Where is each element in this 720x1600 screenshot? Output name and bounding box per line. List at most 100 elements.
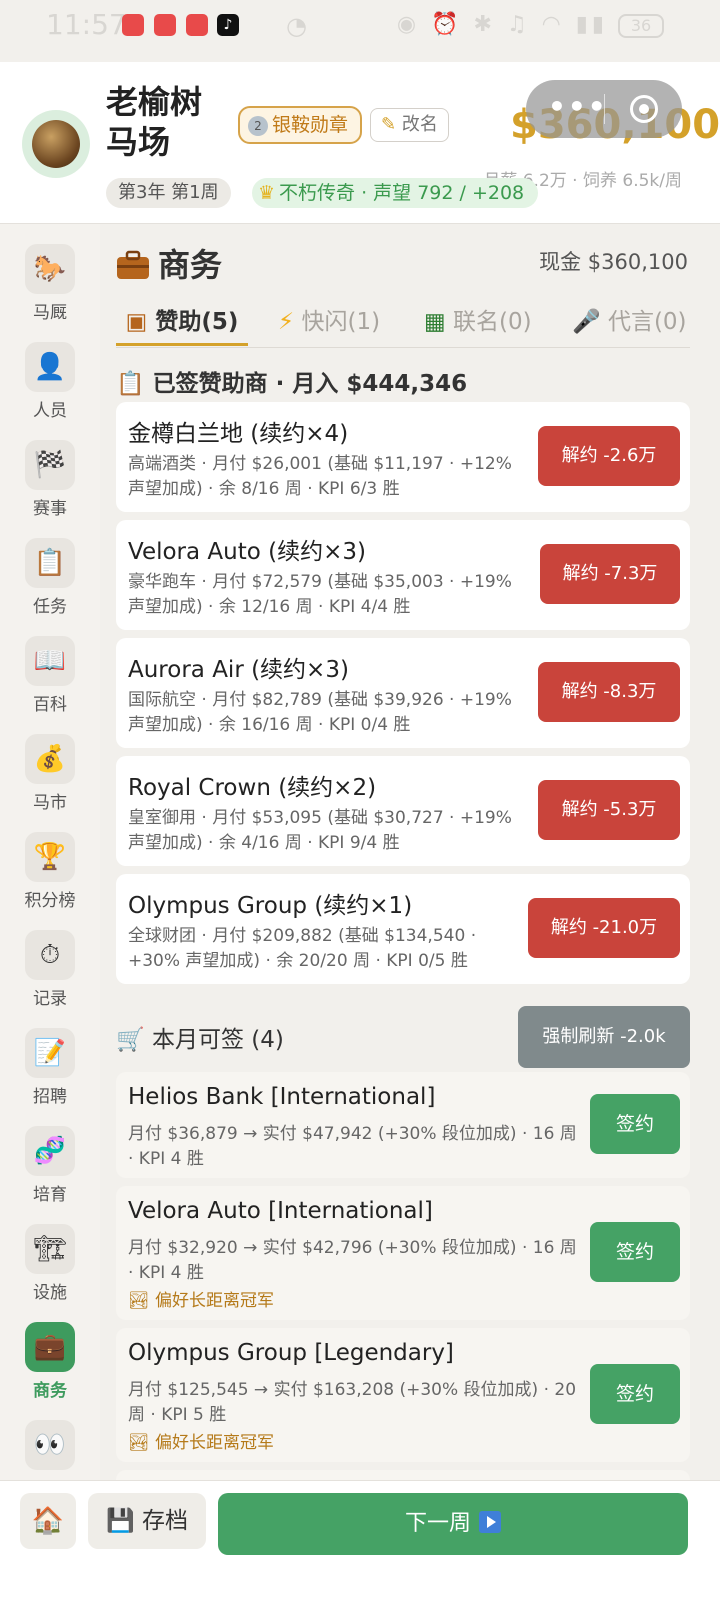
sidebar-item-facilities[interactable]: 🏗 设施 [0,1204,100,1303]
offer-details: 月付 $36,879 → 实付 $47,942 (+30% 段位加成) · 16… [128,1124,577,1169]
floppy-icon: 💾 [106,1508,135,1534]
offer-details: 月付 $125,545 → 实付 $163,208 (+30% 段位加成) · … [128,1380,577,1425]
sign-button[interactable]: 签约 [590,1094,680,1154]
home-button[interactable]: 🏠 [20,1493,76,1549]
cash-display: 现金 $360,100 [539,250,688,274]
terminate-button[interactable]: 解约 -21.0万 [528,898,680,958]
more-icon[interactable]: ••• [548,90,608,123]
app-notification-icon [154,14,176,36]
sponsor-card: Royal Crown (续约×2) 皇室御用 · 月付 $53,095 (基础… [116,756,690,866]
terminate-button[interactable]: 解约 -2.6万 [538,426,680,486]
money-bag-icon: 💰 [25,734,75,784]
offer-card: Helios Bank [International] 月付 $36,879 →… [116,1072,690,1178]
sponsor-details: 国际航空 · 月付 $82,789 (基础 $39,926 · +19% 声望加… [128,690,512,735]
terminate-button[interactable]: 解约 -8.3万 [538,662,680,722]
week-indicator: 第3年 第1周 [106,178,231,208]
sidebar-item-label: 商务 [33,1381,67,1401]
tab-collab[interactable]: ▦ 联名(0) [424,302,532,346]
sponsor-details: 高端酒类 · 月付 $26,001 (基础 $11,197 · +12% 声望加… [128,454,512,499]
force-refresh-button[interactable]: 强制刷新 -2.0k [518,1006,690,1068]
briefcase-icon: ▣ [125,309,148,335]
sidebar-item-breeding[interactable]: 🧬 培育 [0,1106,100,1205]
signed-sponsors-title: 已签赞助商 · 月入 $444,346 [152,371,468,397]
tiktok-icon: ♪ [217,14,239,36]
preference-label: 偏好长距离冠军 [155,1433,274,1453]
sign-button[interactable]: 签约 [590,1364,680,1424]
sidebar-item-wiki[interactable]: 📖 百科 [0,616,100,715]
sidebar-item-recruit[interactable]: 📝 招聘 [0,1008,100,1107]
sign-button[interactable]: 签约 [590,1222,680,1282]
sidebar-item-staff[interactable]: 👤 人员 [0,322,100,421]
sidebar: 🐎 马厩 👤 人员 🏁 赛事 📋 任务 📖 百科 💰 马市 🏆 积分榜 ⏱ 记录… [0,224,100,1480]
terminate-button[interactable]: 解约 -7.3万 [540,544,680,604]
sponsor-card: Olympus Group (续约×1) 全球财团 · 月付 $209,882 … [116,874,690,984]
rename-label: 改名 [401,114,438,135]
landscape-icon: 🏞 [128,1291,150,1311]
tab-endorsement[interactable]: 🎤 代言(0) [572,302,687,346]
sidebar-item-label: 任务 [33,597,67,617]
offer-name: Helios Bank [International] [128,1084,436,1110]
person-icon: 👤 [25,342,75,392]
next-week-button[interactable]: 下一周 [218,1493,688,1555]
offer-preference: 🏞 偏好长距离冠军 [128,1428,274,1453]
sidebar-item-label: 积分榜 [24,891,76,911]
next-week-label: 下一周 [404,1511,471,1536]
app-notification-icon [186,14,208,36]
briefcase-icon [116,250,150,280]
gauge-icon: ◔ [286,12,307,40]
play-icon [479,1511,501,1533]
signed-sponsors-heading: 📋 已签赞助商 · 月入 $444,346 [116,364,467,398]
sidebar-item-label: 招聘 [33,1087,67,1107]
avatar[interactable] [22,110,90,178]
save-button[interactable]: 💾 存档 [88,1493,206,1549]
clipboard-icon: 📋 [116,371,145,397]
sponsor-details: 全球财团 · 月付 $209,882 (基础 $134,540 · +30% 声… [128,926,477,971]
close-target-icon[interactable] [630,95,658,123]
sponsor-card: Aurora Air (续约×3) 国际航空 · 月付 $82,789 (基础 … [116,638,690,748]
sidebar-item-stable[interactable]: 🐎 马厩 [0,224,100,323]
sidebar-item-label: 设施 [33,1283,67,1303]
save-label: 存档 [141,1508,188,1534]
clipboard-icon: 📋 [25,538,75,588]
microphone-icon: 🎤 [572,309,601,335]
tab-sponsorship[interactable]: ▣ 赞助(5) [116,302,248,346]
sidebar-item-leaderboard[interactable]: 🏆 积分榜 [0,812,100,911]
mini-program-capsule[interactable]: ••• [526,80,682,138]
offer-name: Velora Auto [International] [128,1198,433,1224]
sponsor-name: Velora Auto (续约×3) [128,539,366,565]
battery-icon: 36 [618,14,664,38]
rename-button[interactable]: ✎ 改名 [370,108,449,142]
trophy-icon: 🏆 [25,832,75,882]
offer-card [116,1470,690,1480]
offer-card: Velora Auto [International] 月付 $32,920 →… [116,1186,690,1320]
page-title: 商务 [116,240,222,286]
terminate-button[interactable]: 解约 -5.3万 [538,780,680,840]
prestige-pill: ♛ 不朽传奇 · 声望 792 / +208 [252,178,539,208]
horse-emblem-icon [32,120,80,168]
landscape-icon: 🏞 [128,1433,150,1453]
medal-badge[interactable]: 2 银鞍勋章 [238,106,363,144]
tab-label: 代言(0) [607,309,687,335]
sidebar-item-races[interactable]: 🏁 赛事 [0,420,100,519]
tab-label: 联名(0) [453,309,532,335]
tab-popup[interactable]: ⚡ 快闪(1) [278,302,380,346]
sponsor-name: Olympus Group (续约×1) [128,893,413,919]
sponsor-name: 金樽白兰地 (续约×4) [128,421,349,447]
sidebar-item-market[interactable]: 💰 马市 [0,714,100,813]
sponsor-details: 皇室御用 · 月付 $53,095 (基础 $30,727 · +19% 声望加… [128,808,512,853]
memo-icon: 📝 [25,1028,75,1078]
status-time: 11:57 [46,8,127,41]
bottom-bar: 🏠 💾 存档 下一周 [0,1480,720,1600]
stopwatch-icon: ⏱ [25,930,75,980]
sponsor-name: Aurora Air (续约×3) [128,657,349,683]
offer-details: 月付 $32,920 → 实付 $42,796 (+30% 段位加成) · 16… [128,1238,577,1283]
offer-card: Olympus Group [Legendary] 月付 $125,545 → … [116,1328,690,1462]
sidebar-item-records[interactable]: ⏱ 记录 [0,910,100,1009]
lightning-icon: ⚡ [278,309,295,335]
farm-header: 老榆树马场 2银鞍勋章 ✎ 改名 $360,100 ••• 月薪 6.2万 · … [0,62,720,224]
eyes-icon: 👀 [25,1420,75,1470]
page-title-text: 商务 [158,246,223,284]
sidebar-item-business[interactable]: 💼 商务 [0,1302,100,1401]
sidebar-item-tasks[interactable]: 📋 任务 [0,518,100,617]
sidebar-item-label: 赛事 [33,499,67,519]
